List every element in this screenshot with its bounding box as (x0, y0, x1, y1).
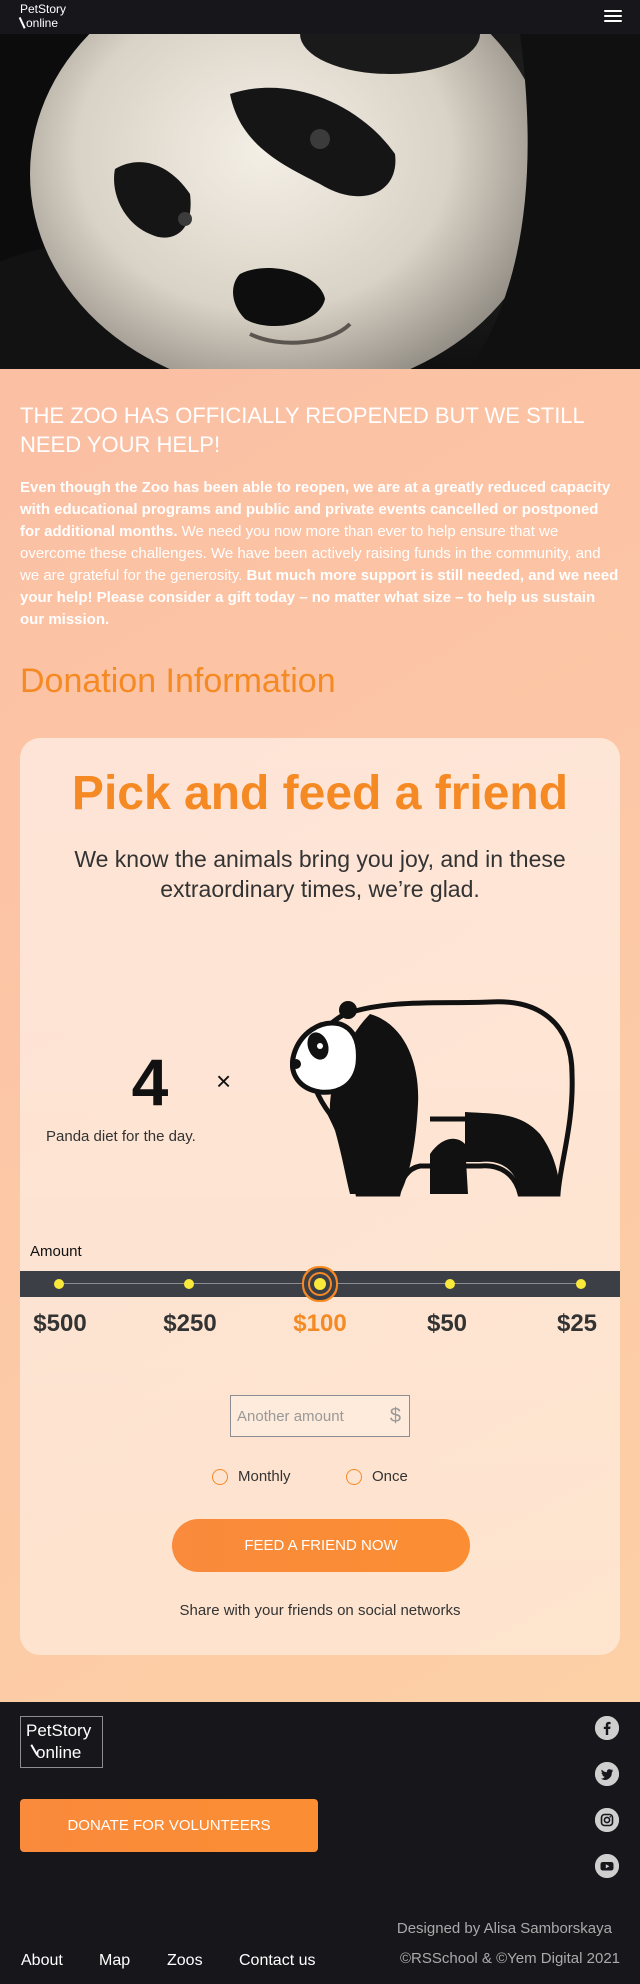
donate-for-volunteers-button[interactable]: DONATE FOR VOLUNTEERS (20, 1799, 318, 1852)
radio-once[interactable]: Once (346, 1468, 408, 1485)
main-section: THE ZOO HAS OFFICIALLY REOPENED BUT WE S… (0, 369, 640, 1702)
instagram-icon[interactable] (595, 1808, 619, 1832)
price-250[interactable]: $250 (150, 1310, 230, 1338)
another-amount-field: $ (230, 1395, 410, 1437)
slider-dot-250[interactable] (184, 1279, 194, 1289)
card-subtitle: We know the animals bring you joy, and i… (74, 846, 566, 902)
twitter-icon[interactable] (595, 1762, 619, 1786)
burger-menu-icon[interactable] (604, 10, 622, 24)
footer-nav-about[interactable]: About (21, 1952, 99, 1970)
price-500[interactable]: $500 (20, 1310, 100, 1338)
diet-label: Panda diet for the day. (46, 1128, 196, 1145)
radio-once-label: Once (372, 1468, 408, 1485)
logo-line-1: PetStory (20, 2, 67, 16)
feed-a-friend-button[interactable]: FEED A FRIEND NOW (172, 1519, 470, 1572)
donation-card: Pick and feed a friend We know the anima… (20, 738, 620, 1655)
copyright: ©RSSchool & ©Yem Digital 2021 (400, 1950, 620, 1967)
slider-dot-500[interactable] (54, 1279, 64, 1289)
radio-circle-icon (346, 1468, 362, 1485)
facebook-icon[interactable] (595, 1716, 619, 1740)
amount-slider[interactable] (20, 1271, 620, 1297)
footer-nav-zoos[interactable]: Zoos (167, 1952, 239, 1970)
price-25[interactable]: $25 (537, 1310, 617, 1338)
radio-monthly[interactable]: Monthly (212, 1468, 291, 1485)
intro-title: THE ZOO HAS OFFICIALLY REOPENED BUT WE S… (20, 403, 584, 457)
price-100-selected[interactable]: $100 (280, 1310, 360, 1338)
times-icon: × (216, 1066, 232, 1096)
designed-by: Designed by Alisa Samborskaya (396, 1920, 612, 1937)
feed-count: 4 (131, 1045, 169, 1119)
youtube-icon[interactable] (595, 1854, 619, 1878)
hero-panda-image (0, 34, 640, 369)
site-footer: PetStory online DONATE FOR VOLUNTEERS De… (0, 1702, 640, 1984)
slider-dot-25[interactable] (576, 1279, 586, 1289)
slider-dot-100-selected[interactable] (314, 1278, 326, 1290)
donation-heading: Donation Information (20, 662, 336, 700)
price-50[interactable]: $50 (407, 1310, 487, 1338)
panda-icon (290, 999, 575, 1197)
footer-logo[interactable]: PetStory online (20, 1716, 103, 1768)
footer-nav-map[interactable]: Map (99, 1952, 167, 1970)
radio-monthly-label: Monthly (238, 1468, 291, 1485)
footer-nav: About Map Zoos Contact us (21, 1952, 329, 1970)
amount-label: Amount (30, 1243, 82, 1260)
logo-line-2: online (26, 16, 59, 30)
card-title: Pick and feed a friend (71, 767, 569, 820)
slider-dot-50[interactable] (445, 1279, 455, 1289)
share-text: Share with your friends on social networ… (179, 1602, 461, 1619)
footer-logo-line-1: PetStory (26, 1721, 92, 1740)
intro-text: Even though the Zoo has been able to reo… (20, 477, 620, 631)
another-amount-input[interactable] (231, 1396, 381, 1436)
header-logo[interactable]: PetStory online (18, 2, 80, 32)
dollar-icon: $ (389, 1405, 401, 1427)
site-header: PetStory online (0, 0, 640, 34)
radio-circle-icon (212, 1468, 228, 1485)
panda-photo (0, 34, 640, 369)
footer-nav-contact[interactable]: Contact us (239, 1952, 329, 1970)
